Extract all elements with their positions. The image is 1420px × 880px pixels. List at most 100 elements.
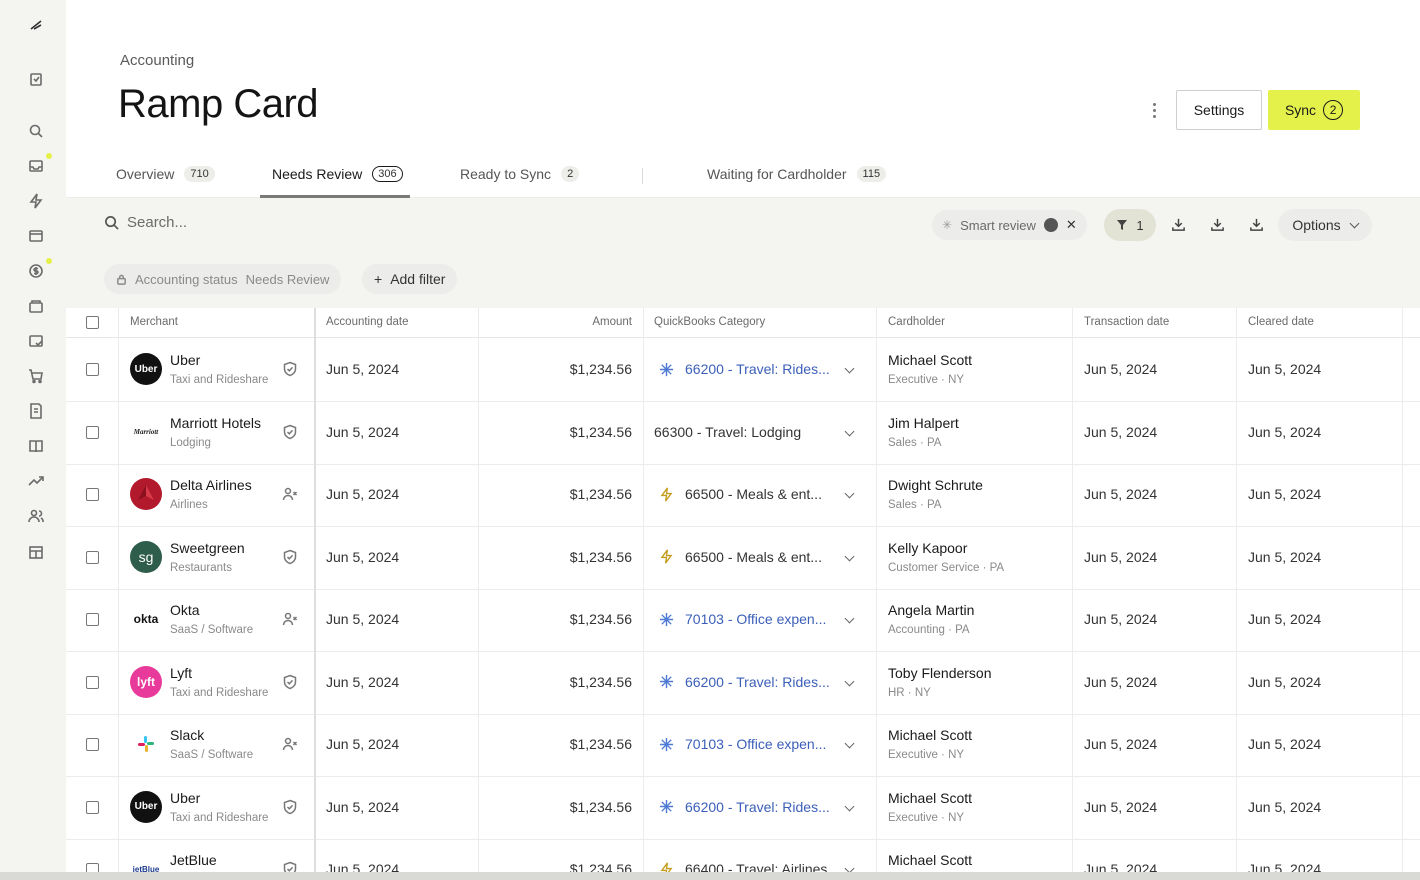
shield-check-icon[interactable]: [282, 674, 298, 690]
tab-overview[interactable]: Overview 710: [116, 160, 215, 198]
table-row[interactable]: Uber Uber Taxi and Rideshare Jun 5, 2024 $1,…: [66, 777, 1420, 840]
row-checkbox[interactable]: [86, 550, 99, 564]
select-all-checkbox[interactable]: [86, 316, 99, 329]
tab-waiting-for-cardholder[interactable]: Waiting for Cardholder 115: [707, 160, 887, 198]
row-checkbox[interactable]: [86, 363, 99, 376]
chevron-down-icon[interactable]: [844, 613, 855, 624]
column-header-cardholder[interactable]: Cardholder: [888, 316, 945, 328]
merchant-name[interactable]: JetBlue: [170, 852, 217, 868]
row-checkbox[interactable]: [86, 738, 99, 751]
cardholder-name: Michael Scott: [888, 789, 973, 806]
close-icon[interactable]: ✕: [1066, 217, 1077, 233]
user-x-icon[interactable]: [282, 736, 298, 752]
chevron-down-icon[interactable]: [844, 488, 855, 499]
merchant-name[interactable]: Marriott Hotels: [170, 415, 261, 431]
card-icon[interactable]: [26, 226, 46, 246]
merchant-name[interactable]: Slack: [170, 727, 204, 743]
table-row[interactable]: sg Sweetgreen Restaurants Jun 5, 2024 $1,234…: [66, 527, 1420, 590]
user-x-icon[interactable]: [282, 486, 298, 502]
sparkle-icon: [658, 361, 674, 377]
category-select[interactable]: 66200 - Travel: Rides...: [685, 674, 830, 690]
lightning-icon[interactable]: [26, 191, 46, 211]
inbox-icon[interactable]: [26, 156, 46, 176]
column-divider: [1402, 308, 1403, 880]
row-checkbox[interactable]: [86, 425, 99, 439]
download-icon[interactable]: [1208, 215, 1226, 233]
chevron-down-icon[interactable]: [844, 551, 855, 561]
accounting-date: Jun 5, 2024: [326, 548, 400, 565]
merchant-name[interactable]: Delta Airlines: [170, 477, 252, 493]
merchant-name[interactable]: Lyft: [170, 665, 192, 681]
shield-check-icon[interactable]: [282, 549, 298, 565]
more-options-icon[interactable]: [1146, 100, 1162, 120]
merchant-name[interactable]: Okta: [170, 602, 200, 618]
table-row[interactable]: Delta Airlines Airlines Jun 5, 2024 $1,234.…: [66, 464, 1420, 527]
column-header-merchant[interactable]: Merchant: [130, 316, 178, 328]
category-select[interactable]: 66200 - Travel: Rides...: [685, 361, 830, 377]
download-icon[interactable]: [1169, 215, 1187, 233]
chevron-down-icon[interactable]: [844, 363, 855, 374]
chevron-down-icon[interactable]: [844, 676, 855, 686]
download-icon[interactable]: [1247, 215, 1265, 233]
sync-button[interactable]: Sync 2: [1268, 90, 1360, 130]
shield-check-icon[interactable]: [282, 424, 298, 440]
column-header-amount[interactable]: Amount: [592, 316, 632, 328]
options-dropdown[interactable]: Options: [1278, 209, 1372, 241]
store-icon[interactable]: [26, 542, 46, 562]
chevron-down-icon[interactable]: [844, 426, 855, 436]
receipt-icon[interactable]: [26, 401, 46, 421]
merchant-name[interactable]: Sweetgreen: [170, 540, 245, 556]
column-header-transaction-date[interactable]: Transaction date: [1084, 316, 1169, 328]
table-row[interactable]: okta Okta SaaS / Software Jun 5, 2024 $1,234…: [66, 589, 1420, 652]
ramp-logo-icon[interactable]: [26, 14, 46, 34]
add-filter-label: Add filter: [390, 271, 446, 287]
category-select[interactable]: 66500 - Meals & ent...: [685, 549, 822, 565]
tab-needs-review[interactable]: Needs Review 306: [272, 160, 403, 198]
toggle-switch[interactable]: [1043, 218, 1058, 232]
column-header-accounting-date[interactable]: Accounting date: [326, 316, 408, 328]
active-filter-chip[interactable]: Accounting status Needs Review: [104, 264, 342, 294]
user-x-icon[interactable]: [282, 611, 298, 627]
row-checkbox[interactable]: [86, 800, 99, 814]
breadcrumb[interactable]: Accounting: [120, 52, 194, 69]
column-header-cleared-date[interactable]: Cleared date: [1248, 316, 1314, 328]
category-select[interactable]: 66500 - Meals & ent...: [685, 486, 822, 502]
wallet-icon[interactable]: [26, 296, 46, 316]
table-row[interactable]: Slack SaaS / Software Jun 5, 2024 $1,234.56…: [66, 714, 1420, 777]
sync-count-badge: 2: [1323, 100, 1344, 120]
category-select[interactable]: 66200 - Travel: Rides...: [685, 799, 830, 815]
plus-icon: +: [374, 271, 383, 287]
column-header-category[interactable]: QuickBooks Category: [654, 316, 765, 328]
row-checkbox[interactable]: [86, 488, 99, 501]
shield-check-icon[interactable]: [282, 799, 298, 815]
cart-icon[interactable]: [26, 366, 46, 386]
chevron-down-icon[interactable]: [844, 801, 855, 811]
tab-ready-to-sync[interactable]: Ready to Sync 2: [460, 160, 580, 198]
settings-button[interactable]: Settings: [1176, 90, 1262, 130]
search-input[interactable]: Search...: [104, 214, 187, 231]
table-row[interactable]: Uber Uber Taxi and Rideshare Jun 5, 2024 $1,…: [66, 339, 1420, 402]
category-select[interactable]: 66300 - Travel: Lodging: [654, 424, 801, 440]
row-checkbox[interactable]: [86, 613, 99, 626]
merchant-name[interactable]: Uber: [170, 790, 200, 806]
card-check-icon[interactable]: [26, 331, 46, 351]
transaction-date: Jun 5, 2024: [1084, 548, 1158, 565]
chevron-down-icon[interactable]: [844, 738, 855, 749]
clipboard-icon[interactable]: [26, 69, 46, 89]
category-select[interactable]: 70103 - Office expen...: [685, 611, 826, 627]
category-select[interactable]: 70103 - Office expen...: [685, 736, 826, 752]
search-icon[interactable]: [26, 121, 46, 141]
smart-review-toggle[interactable]: ✳ Smart review ✕: [932, 210, 1087, 240]
shield-check-icon[interactable]: [282, 361, 298, 377]
table-row[interactable]: Marriott Marriott Hotels Lodging Jun 5, 202…: [66, 402, 1420, 465]
smart-review-label: Smart review: [960, 217, 1036, 233]
dollar-icon[interactable]: [26, 261, 46, 281]
people-icon[interactable]: [26, 506, 46, 526]
trending-icon[interactable]: [26, 471, 46, 491]
add-filter-button[interactable]: + Add filter: [362, 264, 458, 294]
merchant-name[interactable]: Uber: [170, 352, 200, 368]
row-checkbox[interactable]: [86, 675, 99, 689]
book-icon[interactable]: [26, 436, 46, 456]
filter-button[interactable]: 1: [1104, 209, 1156, 241]
table-row[interactable]: lyft Lyft Taxi and Rideshare Jun 5, 2024 $1,…: [66, 652, 1420, 715]
